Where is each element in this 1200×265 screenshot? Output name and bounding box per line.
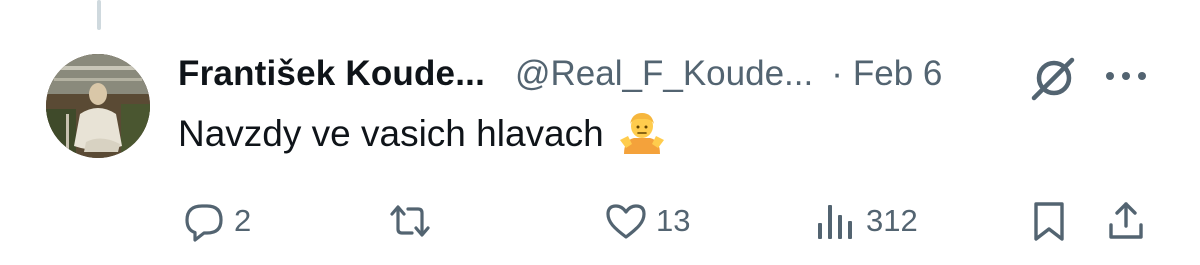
like-button[interactable]: 13 — [604, 196, 690, 246]
author-name[interactable]: František Koude... — [178, 54, 485, 94]
views-icon — [814, 199, 858, 243]
separator-dot: · — [831, 54, 843, 93]
more-icon[interactable] — [1106, 64, 1146, 88]
view-count: 312 — [866, 203, 918, 238]
bookmark-button[interactable] — [1028, 196, 1072, 246]
timestamp[interactable]: Feb 6 — [853, 54, 943, 94]
author-handle[interactable]: @Real_F_Koude... — [515, 54, 813, 94]
thread-line — [97, 0, 101, 30]
person-shrugging-emoji — [618, 110, 666, 158]
heart-icon — [604, 199, 648, 243]
reply-button[interactable]: 2 — [182, 196, 251, 246]
views-button[interactable]: 312 — [814, 196, 918, 246]
avatar[interactable] — [46, 54, 150, 158]
tweet-text: Navzdy ve vasich hlavach — [178, 113, 604, 154]
share-button[interactable] — [1104, 196, 1148, 246]
reply-icon — [182, 199, 226, 243]
more-dot — [1122, 72, 1130, 80]
reply-count: 2 — [234, 203, 252, 238]
more-dot — [1138, 72, 1146, 80]
grok-icon[interactable] — [1030, 54, 1078, 102]
repost-button[interactable] — [388, 196, 440, 246]
tweet-text-row: Navzdy ve vasich hlavach — [178, 110, 666, 158]
tweet-actions: 2 13 312 — [0, 196, 1200, 246]
bookmark-icon — [1028, 199, 1072, 243]
avatar-photo — [46, 54, 150, 158]
share-icon — [1104, 199, 1148, 243]
repost-icon — [388, 199, 432, 243]
like-count: 13 — [656, 203, 691, 238]
more-dot — [1106, 72, 1114, 80]
tweet-header: František Koude... @Real_F_Koude... · Fe… — [178, 52, 942, 96]
